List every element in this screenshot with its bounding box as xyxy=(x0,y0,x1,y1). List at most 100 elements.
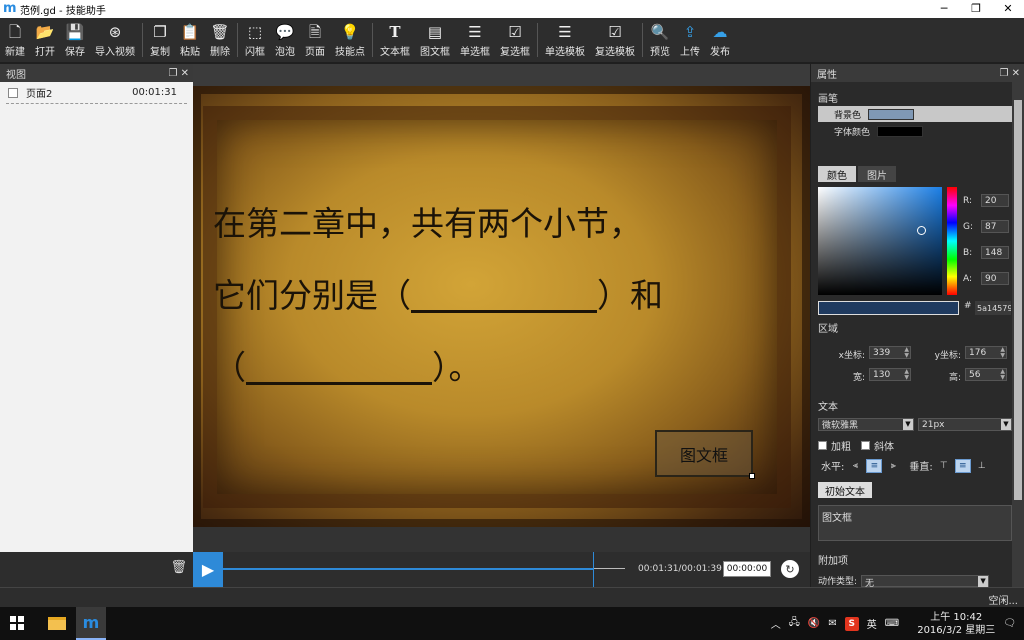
font-color-swatch[interactable] xyxy=(877,125,924,137)
anim-type-row: 动作类型: 无 ▼ xyxy=(818,574,990,589)
initial-text-area[interactable]: 图文框 xyxy=(818,505,1012,541)
width-field[interactable]: 130 ▲ ▼ xyxy=(869,368,911,381)
canvas-header xyxy=(193,64,810,86)
open-button[interactable]: 📂 打开 xyxy=(30,18,60,62)
properties-scrollbar[interactable] xyxy=(1012,82,1024,587)
spinner-icon[interactable]: ▲ ▼ xyxy=(904,369,909,381)
properties-body: 画笔 背景色 字体颜色 颜色 图片 R: 20 G: 87 B: 148 A: … xyxy=(811,82,1012,589)
text-box-button[interactable]: T 文本框 xyxy=(375,18,415,62)
initial-text-button[interactable]: 初始文本 xyxy=(818,482,872,498)
text-t-icon: T xyxy=(389,23,401,41)
align-left-icon[interactable]: ⫷ xyxy=(847,459,863,473)
page-checkbox[interactable] xyxy=(8,87,18,98)
r-field[interactable]: 20 xyxy=(981,194,1009,207)
page-button[interactable]: 🗎 页面 xyxy=(300,18,330,62)
font-size-select[interactable]: 21px ▼ xyxy=(918,418,1012,431)
minimize-button[interactable]: ─ xyxy=(928,0,960,18)
refresh-icon[interactable]: ↻ xyxy=(781,560,799,578)
maximize-button[interactable]: ❐ xyxy=(960,0,992,18)
slide-stage[interactable]: 在第二章中，共有两个小节， 它们分别是（ ）和 （ ）。 图文框 xyxy=(193,86,810,527)
align-right-icon[interactable]: ⫸ xyxy=(885,459,901,473)
scrollbar-thumb[interactable] xyxy=(1014,100,1022,500)
image-text-box-button[interactable]: ▤ 图文框 xyxy=(415,18,455,62)
spinner-icon[interactable]: ▲ ▼ xyxy=(1000,347,1005,359)
align-top-icon[interactable]: ⊤ xyxy=(936,459,952,473)
chevron-down-icon[interactable]: ▼ xyxy=(978,575,989,587)
panel-close-icon[interactable]: ✕ xyxy=(1012,68,1020,79)
checkbox-button[interactable]: ☑ 复选框 xyxy=(495,18,535,62)
sogou-ime-icon[interactable]: S xyxy=(844,616,859,631)
checkbox-template-button[interactable]: ☑ 复选模板 xyxy=(590,18,640,62)
hue-slider[interactable] xyxy=(947,187,957,295)
panel-close-icon[interactable]: ✕ xyxy=(181,68,189,79)
g-field[interactable]: 87 xyxy=(981,220,1009,233)
y-coord-field[interactable]: 176 ▲ ▼ xyxy=(965,346,1007,359)
align-bottom-icon[interactable]: ⊥ xyxy=(974,459,990,473)
notifications-icon[interactable]: 🗨 xyxy=(1003,618,1016,629)
play-button[interactable]: ▶ xyxy=(193,552,223,587)
image-text-box[interactable]: 图文框 xyxy=(655,430,755,479)
color-picker-cursor[interactable] xyxy=(917,226,926,235)
network-icon[interactable]: 🖧 xyxy=(789,615,800,632)
chevron-down-icon[interactable]: ▼ xyxy=(903,419,913,430)
timeline-playhead[interactable] xyxy=(593,552,594,587)
skill-point-button[interactable]: 💡 技能点 xyxy=(330,18,370,62)
bold-checkbox[interactable] xyxy=(818,441,827,450)
anim-type-select[interactable]: 无 ▼ xyxy=(861,574,990,589)
system-clock[interactable]: 上午 10:42 2016/3/2 星期三 xyxy=(909,611,995,637)
keyboard-icon[interactable]: ⌨ xyxy=(885,618,899,629)
hex-field[interactable]: 5a14579 xyxy=(975,301,1011,315)
paste-button[interactable]: 📋 粘贴 xyxy=(175,18,205,62)
import-video-button[interactable]: ⊛ 导入视频 xyxy=(90,18,140,62)
chevron-up-icon[interactable]: ︿ xyxy=(771,616,781,631)
undock-icon[interactable]: ❐ xyxy=(999,68,1008,79)
play-icon: ▶ xyxy=(201,560,215,579)
italic-checkbox[interactable] xyxy=(861,441,870,450)
slide-text-line-2-end: ）和 xyxy=(597,276,663,315)
undock-icon[interactable]: ❐ xyxy=(168,68,177,79)
b-field[interactable]: 148 xyxy=(981,246,1009,259)
radio-box-button[interactable]: ☰ 单选框 xyxy=(455,18,495,62)
spinner-icon[interactable]: ▲ ▼ xyxy=(1000,369,1005,381)
radio-template-button[interactable]: ☰ 单选模板 xyxy=(540,18,590,62)
windows-start-icon[interactable] xyxy=(10,616,24,630)
font-family-select[interactable]: 微软雅黑 ▼ xyxy=(818,418,914,431)
resize-handle[interactable] xyxy=(749,473,755,479)
time-input[interactable]: 00:00:00 xyxy=(723,561,771,577)
app-logo-icon: m xyxy=(3,1,17,16)
message-icon[interactable]: ✉ xyxy=(828,618,836,629)
preview-button[interactable]: 🔍 预览 xyxy=(645,18,675,62)
align-middle-icon[interactable]: ≡ xyxy=(954,458,971,473)
bubble-button[interactable]: 💬 泡泡 xyxy=(270,18,300,62)
ime-indicator[interactable]: 英 xyxy=(867,616,877,631)
new-button[interactable]: 🗋 新建 xyxy=(0,18,30,62)
cloud-publish-icon: ☁ xyxy=(712,23,728,41)
close-button[interactable]: ✕ xyxy=(992,0,1024,18)
publish-button[interactable]: ☁ 发布 xyxy=(705,18,735,62)
align-center-icon[interactable]: ≡ xyxy=(866,458,883,473)
folder-open-icon: 📂 xyxy=(35,23,55,41)
volume-icon[interactable]: 🔇 xyxy=(808,618,820,629)
tab-image[interactable]: 图片 xyxy=(858,166,896,182)
save-button[interactable]: 💾 保存 xyxy=(60,18,90,62)
bg-color-swatch[interactable] xyxy=(868,108,915,120)
file-explorer-icon[interactable] xyxy=(42,607,72,640)
chevron-down-icon[interactable]: ▼ xyxy=(1001,419,1011,430)
list-item-page[interactable]: 页面2 00:01:31 xyxy=(6,82,187,104)
a-field[interactable]: 90 xyxy=(981,272,1009,285)
saturation-value-picker[interactable] xyxy=(818,187,942,295)
spinner-icon[interactable]: ▲ ▼ xyxy=(904,347,909,359)
tab-color[interactable]: 颜色 xyxy=(818,166,856,182)
copy-button[interactable]: ❐ 复制 xyxy=(145,18,175,62)
trash-icon[interactable]: 🗑 xyxy=(170,560,187,575)
x-coord-field[interactable]: 339 ▲ ▼ xyxy=(869,346,911,359)
flash-frame-button[interactable]: ⬚ 闪框 xyxy=(240,18,270,62)
toolbar-divider xyxy=(372,23,373,57)
timeline-track[interactable] xyxy=(223,568,593,570)
height-field[interactable]: 56 ▲ ▼ xyxy=(965,368,1007,381)
app-taskbar-icon[interactable]: m xyxy=(76,607,106,640)
bg-color-row[interactable]: 背景色 xyxy=(818,106,1012,122)
upload-button[interactable]: ⇪ 上传 xyxy=(675,18,705,62)
font-color-row[interactable]: 字体颜色 xyxy=(818,123,1012,139)
delete-button[interactable]: 🗑 删除 xyxy=(205,18,235,62)
